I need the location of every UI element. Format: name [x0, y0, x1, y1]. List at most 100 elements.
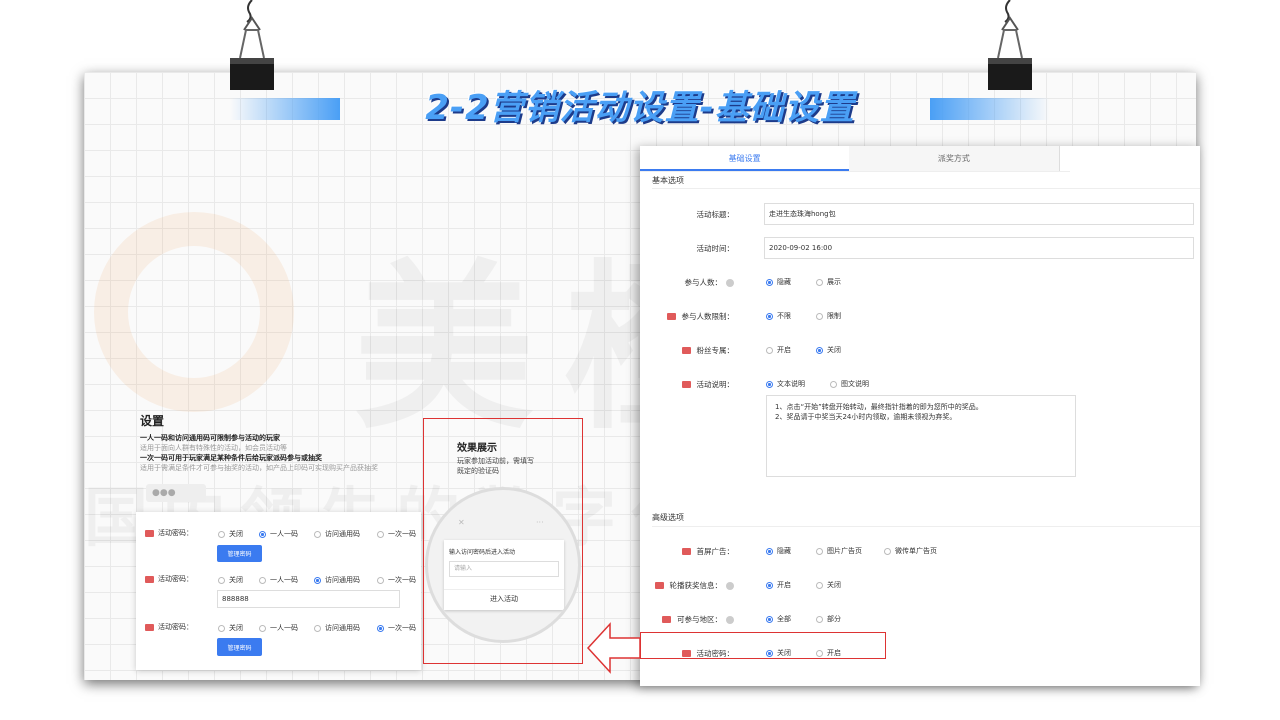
help-icon[interactable]	[726, 615, 734, 624]
radio-checked-icon	[766, 581, 773, 589]
radio-option[interactable]: 开启	[766, 345, 791, 355]
tab-bar: 基础设置 派奖方式	[640, 146, 1070, 172]
radio-option[interactable]: 不限	[766, 311, 791, 321]
modal-password-input[interactable]: 请输入	[449, 561, 559, 577]
radio-icon	[816, 547, 823, 555]
help-icon[interactable]	[726, 278, 734, 287]
radio-option[interactable]: 部分	[816, 614, 841, 624]
radio-checked-icon	[314, 576, 321, 584]
radio-option[interactable]: 一次一码	[377, 623, 416, 633]
radio-option[interactable]: 访问通用码	[314, 575, 360, 585]
enter-activity-button[interactable]: 进入活动	[444, 589, 564, 607]
radio-checked-icon	[816, 346, 823, 354]
close-icon[interactable]: ✕	[458, 518, 465, 527]
radio-icon	[314, 530, 321, 538]
settings-description: 设置 一人一码和访问通用码可限制参与活动的玩家 适用于面向人群有特殊性的活动，如…	[140, 412, 430, 473]
activity-time-input[interactable]: 2020-09-02 16:00	[764, 237, 1194, 259]
radio-option[interactable]: 限制	[816, 311, 841, 321]
settings-form-panel: 基础设置 派奖方式 基本选项 活动标题： 走进生态珠海hong包 活动时间： 2…	[640, 146, 1200, 686]
radio-option[interactable]: 图片广告页	[816, 546, 862, 556]
radio-icon	[766, 346, 773, 354]
radio-checked-icon	[259, 530, 266, 538]
manage-password-button[interactable]: 管理密码	[217, 638, 262, 656]
region-label: 可参与地区：	[640, 614, 734, 625]
radio-option[interactable]: 一人一码	[259, 575, 298, 585]
participants-label: 参与人数：	[640, 277, 734, 288]
radio-icon	[816, 278, 823, 286]
radio-checked-icon	[766, 380, 773, 388]
radio-icon	[377, 530, 384, 538]
highlight-box	[640, 632, 886, 659]
activity-title-input[interactable]: 走进生态珠海hong包	[764, 203, 1194, 225]
password-row-label: 活动密码：	[145, 527, 193, 539]
placeholder-chip: ●●●	[146, 484, 206, 502]
radio-option[interactable]: 关闭	[816, 345, 841, 355]
radio-option[interactable]: 全部	[766, 614, 791, 624]
radio-checked-icon	[766, 312, 773, 320]
settings-line: 适用于面向人群有特殊性的活动，如会员活动等	[140, 444, 287, 452]
help-icon[interactable]	[726, 581, 734, 590]
manage-password-button[interactable]: 管理密码	[217, 545, 262, 562]
slide-title: 2-2营销活动设置-基础设置	[425, 88, 855, 128]
radio-option[interactable]: 关闭	[218, 575, 243, 585]
radio-icon	[884, 547, 891, 555]
radio-checked-icon	[766, 278, 773, 286]
radio-option[interactable]: 访问通用码	[314, 529, 360, 539]
flag-icon	[662, 616, 671, 623]
advanced-section-title: 高级选项	[652, 513, 684, 522]
radio-option[interactable]: 文本说明	[766, 379, 805, 389]
binder-clip-icon	[988, 0, 1032, 90]
radio-icon	[816, 312, 823, 320]
splash-ad-label: 首屏广告：	[640, 546, 734, 557]
divider	[652, 188, 1200, 189]
description-textarea[interactable]: 1、点击“开始”转盘开始转动，最终指针指着的即为您所中的奖品。 2、奖品请于中奖当…	[766, 395, 1076, 477]
radio-option[interactable]: 一人一码	[259, 623, 298, 633]
radio-icon	[218, 576, 225, 584]
activity-time-label: 活动时间：	[696, 244, 735, 253]
flag-icon	[145, 529, 154, 537]
slide-title-area: 2-2营销活动设置-基础设置	[230, 88, 1050, 128]
flag-icon	[681, 548, 691, 555]
radio-checked-icon	[766, 615, 773, 623]
effect-heading: 效果展示	[457, 443, 497, 454]
radio-option[interactable]: 微传单广告页	[884, 546, 937, 556]
radio-option[interactable]: 关闭	[218, 623, 243, 633]
radio-checked-icon	[377, 624, 384, 632]
radio-icon	[218, 530, 225, 538]
radio-option[interactable]: 展示	[816, 277, 841, 287]
settings-line: 一人一码和访问通用码可限制参与活动的玩家	[140, 434, 280, 442]
flag-icon	[666, 313, 676, 320]
radio-icon	[259, 624, 266, 632]
radio-checked-icon	[766, 547, 773, 555]
flag-icon	[654, 582, 664, 589]
radio-option[interactable]: 开启	[766, 580, 791, 590]
radio-icon	[816, 615, 823, 623]
radio-option[interactable]: 图文说明	[830, 379, 869, 389]
radio-option[interactable]: 隐藏	[766, 277, 791, 287]
radio-option[interactable]: 一次一码	[377, 529, 416, 539]
radio-icon	[377, 576, 384, 584]
fans-only-label: 粉丝专属：	[640, 345, 734, 356]
settings-line: 适用于需满足条件才可参与抽奖的活动，如产品上印码可实现购买产品获抽奖	[140, 464, 378, 472]
radio-icon	[830, 380, 837, 388]
tab-basic-settings[interactable]: 基础设置	[640, 146, 850, 171]
phone-preview-magnifier: ✕ ··· 输入访问密码后进入活动 请输入 进入活动	[425, 487, 581, 643]
flag-icon	[681, 381, 691, 388]
radio-option[interactable]: 一次一码	[377, 575, 416, 585]
radio-option[interactable]: 关闭	[816, 580, 841, 590]
settings-heading: 设置	[140, 414, 165, 428]
carousel-winners-label: 轮播获奖信息：	[640, 580, 734, 591]
access-code-input[interactable]: 888888	[217, 590, 400, 608]
radio-option[interactable]: 关闭	[218, 529, 243, 539]
access-password-modal: 输入访问密码后进入活动 请输入 进入活动	[444, 540, 564, 610]
tab-prize-method[interactable]: 派奖方式	[849, 146, 1059, 171]
radio-option[interactable]: 隐藏	[766, 546, 791, 556]
radio-option[interactable]: 访问通用码	[314, 623, 360, 633]
radio-option[interactable]: 一人一码	[259, 529, 298, 539]
flag-icon	[681, 347, 691, 354]
more-icon[interactable]: ···	[536, 518, 544, 527]
radio-icon	[816, 581, 823, 589]
password-row-label: 活动密码：	[145, 621, 193, 633]
radio-icon	[259, 576, 266, 584]
tab-more[interactable]	[1058, 146, 1070, 171]
